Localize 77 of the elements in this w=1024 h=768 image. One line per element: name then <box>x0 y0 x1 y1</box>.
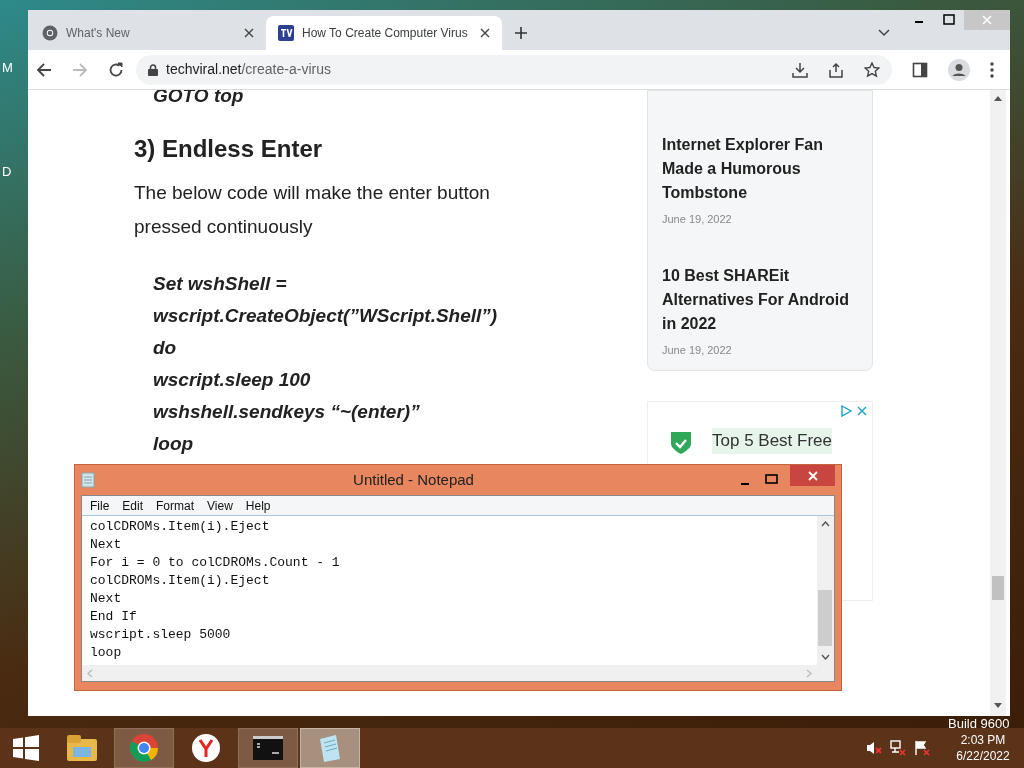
section-heading: 3) Endless Enter <box>134 134 324 164</box>
code-line: wscript.CreateObject(”WScript.Shell”) <box>153 304 499 328</box>
text-line: loop <box>90 644 123 662</box>
menu-icon[interactable] <box>990 61 994 78</box>
tab-title: How To Create Computer Virus <box>302 25 469 42</box>
vertical-scrollbar[interactable] <box>817 516 834 665</box>
scrollbar-thumb[interactable] <box>818 590 832 646</box>
download-icon[interactable] <box>792 61 808 78</box>
post-title[interactable]: Internet Explorer Fan Made a Humorous Tombstone <box>662 133 858 205</box>
profile-icon[interactable] <box>948 58 970 81</box>
notepad-icon <box>81 472 95 488</box>
browser-tab[interactable]: How To Create Computer Virus <box>266 16 502 50</box>
text-line: colCDROMs.Item(i).Eject <box>90 518 271 536</box>
share-icon[interactable] <box>828 61 844 78</box>
scroll-down-icon[interactable] <box>994 703 1002 708</box>
tab-title: What's New <box>66 25 131 42</box>
chrome-icon <box>129 733 159 763</box>
taskbar-app[interactable] <box>238 728 298 768</box>
lock-icon <box>148 63 158 76</box>
side-panel-icon[interactable] <box>912 61 928 78</box>
close-icon[interactable] <box>244 28 254 38</box>
close-icon <box>807 470 818 481</box>
url-text: techviral.net/create-a-virus <box>166 60 332 79</box>
text-line: colCDROMs.Item(i).Eject <box>90 572 271 590</box>
scrollbar-thumb[interactable] <box>992 576 1004 600</box>
back-icon[interactable] <box>36 61 52 78</box>
post-date: June 19, 2022 <box>662 212 733 227</box>
shield-check-icon <box>668 432 694 454</box>
close-window-button[interactable] <box>790 465 835 486</box>
scroll-up-icon[interactable] <box>994 96 1002 101</box>
address-bar[interactable]: techviral.net/create-a-virus <box>136 54 892 85</box>
page-scrollbar[interactable] <box>990 90 1006 716</box>
menu-item[interactable]: Edit <box>122 496 144 515</box>
browser-logo-icon <box>42 25 58 41</box>
text-line: Next <box>90 590 123 608</box>
site-logo-icon <box>278 25 294 41</box>
scroll-up-icon[interactable] <box>821 521 830 527</box>
volume-muted-icon[interactable] <box>866 740 882 756</box>
text-line: For i = 0 to colCDROMs.Count - 1 <box>90 554 341 572</box>
browser-y-icon <box>191 733 221 763</box>
ad-title[interactable]: Top 5 Best Free <box>712 428 832 454</box>
code-line: do <box>153 336 178 360</box>
menu-item[interactable]: Format <box>156 496 195 515</box>
menu-item[interactable]: Help <box>245 496 271 515</box>
windows-start-icon[interactable] <box>13 735 39 761</box>
window-title: Untitled - Notepad <box>352 469 475 490</box>
watermark-text: Build 9600 <box>948 717 1010 730</box>
star-icon[interactable] <box>864 61 880 78</box>
clock-date[interactable]: 6/22/2022 <box>956 748 1010 764</box>
flag-icon[interactable] <box>914 740 930 756</box>
close-icon <box>982 15 992 25</box>
terminal-icon <box>253 736 283 760</box>
code-line: wshshell.sendkeys “~(enter)” <box>153 400 421 424</box>
clock-time[interactable]: 2:03 PM <box>960 732 1006 748</box>
menu-item[interactable]: File <box>90 496 110 515</box>
post-title[interactable]: 10 Best SHAREit Alternatives For Android in 2022 <box>662 263 858 336</box>
text-line: End If <box>90 608 138 626</box>
desktop-icon-label[interactable]: D <box>2 162 12 182</box>
folder-icon <box>65 733 99 763</box>
code-line: Set wshShell = <box>153 272 288 296</box>
text-line: Next <box>90 536 123 554</box>
article-paragraph: The below code will make the enter button pressed continuously <box>134 181 491 239</box>
tab-list-icon[interactable] <box>878 29 890 37</box>
desktop-icon-label[interactable]: M <box>2 58 13 78</box>
code-line: loop <box>153 432 195 456</box>
network-icon[interactable] <box>890 740 906 756</box>
post-date: June 19, 2022 <box>662 342 733 358</box>
close-icon[interactable] <box>480 28 490 38</box>
ad-info-icon[interactable] <box>840 405 852 417</box>
browser-tab[interactable]: What's New <box>30 16 266 50</box>
new-tab-icon[interactable] <box>514 26 528 40</box>
scroll-down-icon[interactable] <box>821 654 830 660</box>
reload-icon[interactable] <box>108 61 124 78</box>
text-area[interactable]: colCDROMs.Item(i).Eject Next For i = 0 to colCDROMs.Count - 1 colCDROMs.Item(i).Eject Next End If wscript.sleep 5000 loop <box>82 516 817 665</box>
code-line: wscript.sleep 100 <box>153 368 312 392</box>
text-line: wscript.sleep 5000 <box>90 626 232 644</box>
menu-item[interactable]: View <box>207 496 233 515</box>
